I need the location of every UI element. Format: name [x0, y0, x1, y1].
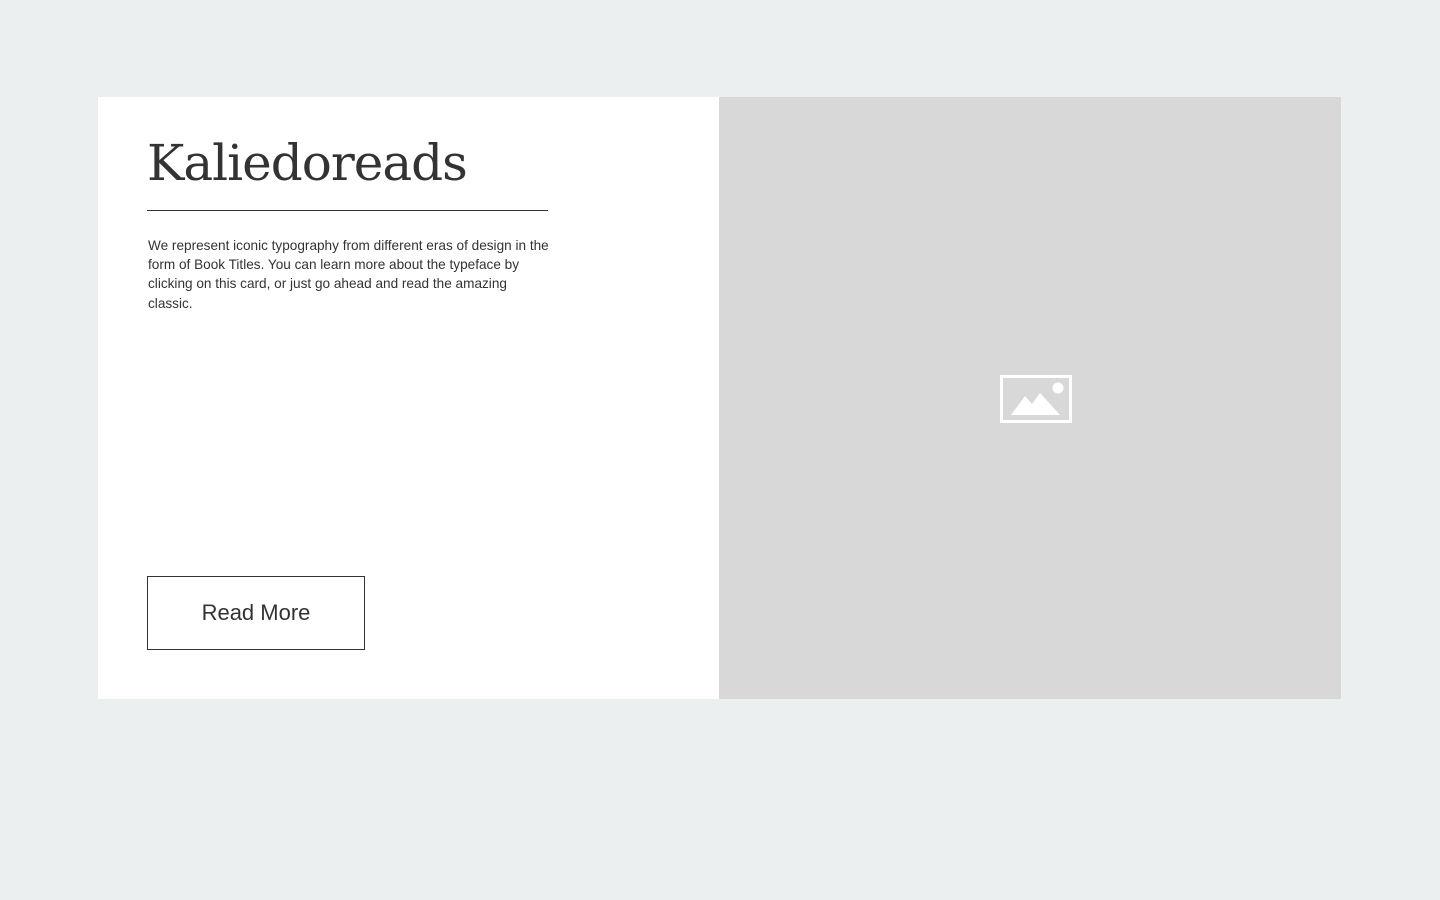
- book-card[interactable]: Kaliedoreads We represent iconic typogra…: [98, 97, 1341, 699]
- image-placeholder-icon: [1000, 375, 1072, 423]
- card-text-panel: Kaliedoreads We represent iconic typogra…: [98, 97, 719, 699]
- read-more-button[interactable]: Read More: [147, 576, 365, 650]
- card-description: We represent iconic typography from diff…: [148, 238, 549, 311]
- title-divider: [147, 210, 548, 211]
- card-image-placeholder: [719, 97, 1341, 699]
- card-title: Kaliedoreads: [147, 134, 468, 192]
